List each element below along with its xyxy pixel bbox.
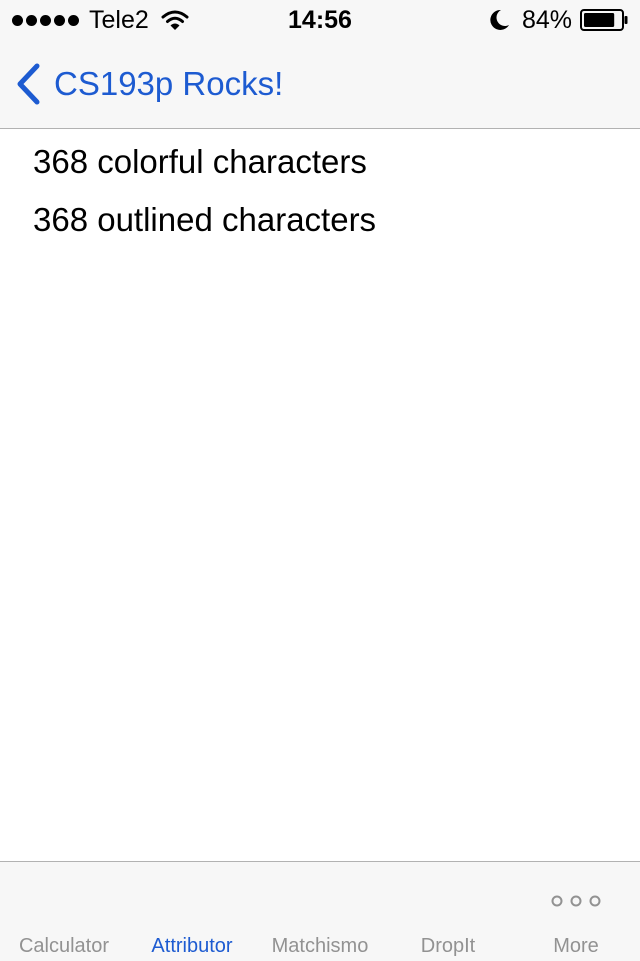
signal-strength-icon [12, 14, 79, 26]
tab-dropit[interactable]: DropIt [384, 862, 512, 961]
tab-attributor[interactable]: Attributor [128, 862, 256, 961]
tab-label: DropIt [420, 935, 476, 957]
status-bar-left: Tele2 [12, 0, 189, 40]
carrier-name: Tele2 [89, 6, 149, 34]
tab-label: More [553, 935, 599, 957]
tab-label: Calculator [18, 935, 110, 957]
more-icon [551, 895, 601, 907]
tab-label: Matchismo [271, 935, 369, 957]
battery-percent: 84% [521, 6, 572, 34]
back-button[interactable]: CS193p Rocks! [14, 40, 283, 128]
status-bar-right: 84% [490, 0, 628, 40]
colorful-characters-count: 368 colorful characters [33, 143, 367, 180]
tab-bar: Calculator Attributor Matchismo DropIt M… [0, 861, 640, 961]
back-button-label: CS193p Rocks! [54, 65, 284, 102]
tab-label: Attributor [151, 935, 233, 957]
status-bar: Tele2 14:56 84% [0, 0, 640, 40]
tab-matchismo[interactable]: Matchismo [256, 862, 384, 961]
navigation-bar: CS193p Rocks! [0, 40, 640, 129]
tab-more[interactable]: More [512, 862, 640, 961]
moon-icon [490, 9, 509, 30]
chevron-left-icon [17, 63, 40, 105]
outlined-characters-count: 368 outlined characters [33, 201, 377, 238]
battery-icon [580, 9, 628, 31]
tab-calculator[interactable]: Calculator [0, 862, 128, 961]
wifi-icon [161, 10, 189, 30]
